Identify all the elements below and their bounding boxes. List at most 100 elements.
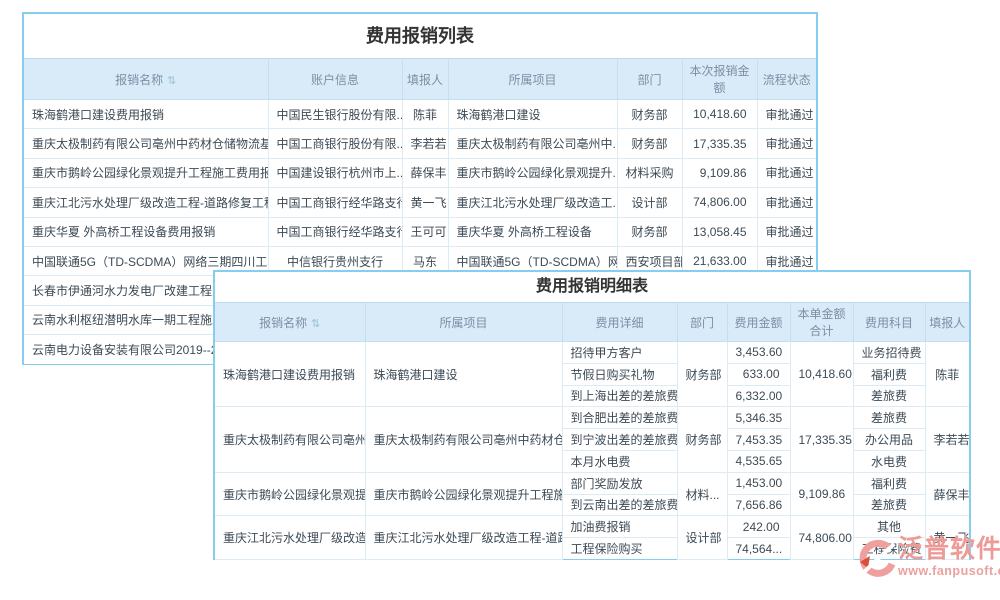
expense-category-cell: 福利费 xyxy=(853,472,925,494)
watermark-brand: 泛普软件 xyxy=(898,534,1000,564)
project-link[interactable]: 重庆市鹅岭公园绿化景观提升... xyxy=(448,158,617,187)
dept-link[interactable]: 财务部 xyxy=(617,217,682,246)
total-amount-cell: 9,109.86 xyxy=(790,472,853,516)
reimburse-name-link[interactable]: 珠海鹤港口建设费用报销 xyxy=(24,100,268,129)
status-link[interactable]: 审批通过 xyxy=(757,188,816,217)
detail-project-link[interactable]: 重庆太极制药有限公司亳州中药材仓储物流 xyxy=(365,407,562,472)
amount-cell: 10,418.60 xyxy=(682,100,757,129)
col-header-expense-detail: 费用详细 xyxy=(562,303,677,342)
amount-cell: 13,058.45 xyxy=(682,217,757,246)
expense-category-cell: 差旅费 xyxy=(853,385,925,407)
total-amount-cell: 17,335.35 xyxy=(790,407,853,472)
filler-link[interactable]: 黄一飞 xyxy=(402,188,448,217)
col-header-reimburse-name[interactable]: 报销名称⇅ xyxy=(215,303,365,342)
status-link[interactable]: 审批通过 xyxy=(757,100,816,129)
expense-amount-cell: 74,564... xyxy=(727,538,790,560)
project-link[interactable]: 重庆太极制药有限公司亳州中... xyxy=(448,129,617,158)
expense-amount-cell: 4,535.65 xyxy=(727,450,790,472)
expense-list-title: 费用报销列表 xyxy=(24,14,816,58)
col-header-amount: 本次报销金额 xyxy=(682,59,757,100)
col-header-reimburse-name[interactable]: 报销名称 ⇅ xyxy=(24,59,268,100)
amount-cell: 74,806.00 xyxy=(682,188,757,217)
table-row: 重庆市鹅岭公园绿化景观提升工程施工费用报销 中国建设银行杭州市上... 薛保丰 … xyxy=(24,158,816,187)
col-header-project: 所属项目 xyxy=(365,303,562,342)
col-header-status: 流程状态 xyxy=(757,59,816,100)
dept-link[interactable]: 设计部 xyxy=(617,188,682,217)
col-header-filler: 填报人 xyxy=(402,59,448,100)
expense-list-header-row: 报销名称⇅ 账户信息 填报人 所属项目 部门 本次报销金额 流程状态 xyxy=(24,59,816,100)
table-row: 重庆市鹅岭公园绿化景观提升工程施 重庆市鹅岭公园绿化景观提升工程施工 部门奖励发… xyxy=(215,472,969,494)
expense-item-cell: 本月水电费 xyxy=(562,450,677,472)
account-info-cell: 中国工商银行股份有限... xyxy=(268,129,402,158)
expense-amount-cell: 3,453.60 xyxy=(727,342,790,364)
filler-link[interactable]: 王可可 xyxy=(402,217,448,246)
detail-project-link[interactable]: 珠海鹤港口建设 xyxy=(365,342,562,407)
status-link[interactable]: 审批通过 xyxy=(757,217,816,246)
expense-amount-cell: 633.00 xyxy=(727,363,790,385)
total-amount-cell: 74,806.00 xyxy=(790,516,853,560)
project-link[interactable]: 重庆江北污水处理厂级改造工... xyxy=(448,188,617,217)
expense-category-cell: 福利费 xyxy=(853,363,925,385)
expense-item-cell: 到合肥出差的差旅费 xyxy=(562,407,677,429)
reimburse-name-link[interactable]: 重庆江北污水处理厂级改造工程-道路修复工程费用... xyxy=(24,188,268,217)
detail-name-link[interactable]: 珠海鹤港口建设费用报销 xyxy=(215,342,365,407)
filler-link[interactable]: 陈菲 xyxy=(402,100,448,129)
detail-name-link[interactable]: 重庆市鹅岭公园绿化景观提升工程施 xyxy=(215,472,365,516)
expense-item-cell: 到云南出差的差旅费 xyxy=(562,494,677,516)
table-row: 重庆华夏 外高桥工程设备费用报销 中国工商银行经华路支行 王可可 重庆华夏 外高… xyxy=(24,217,816,246)
table-row: 重庆太极制药有限公司亳州中药材仓储物流基地项... 中国工商银行股份有限... … xyxy=(24,129,816,158)
watermark-url: www.fanpusoft.com xyxy=(898,564,1000,579)
detail-filler-link[interactable]: 陈菲 xyxy=(925,342,969,407)
col-header-filler: 填报人 xyxy=(925,303,969,342)
dept-link[interactable]: 财务部 xyxy=(617,100,682,129)
detail-filler-link[interactable]: 薛保丰 xyxy=(925,472,969,516)
amount-cell: 17,335.35 xyxy=(682,129,757,158)
total-amount-cell: 10,418.60 xyxy=(790,342,853,407)
expense-category-cell: 水电费 xyxy=(853,450,925,472)
detail-dept-cell: 材料... xyxy=(677,472,727,516)
detail-project-link[interactable]: 重庆市鹅岭公园绿化景观提升工程施工 xyxy=(365,472,562,516)
expense-item-cell: 到上海出差的差旅费 xyxy=(562,385,677,407)
detail-dept-cell: 设计部 xyxy=(677,516,727,560)
dept-link[interactable]: 财务部 xyxy=(617,129,682,158)
table-row: 珠海鹤港口建设费用报销 中国民生银行股份有限... 陈菲 珠海鹤港口建设 财务部… xyxy=(24,100,816,129)
expense-detail-title: 费用报销明细表 xyxy=(215,272,969,302)
detail-project-link[interactable]: 重庆江北污水处理厂级改造工程-道路修复工程 xyxy=(365,516,562,560)
detail-name-link[interactable]: 重庆太极制药有限公司亳州中药材 xyxy=(215,407,365,472)
status-link[interactable]: 审批通过 xyxy=(757,129,816,158)
col-header-total-amount: 本单金额合计 xyxy=(790,303,853,342)
col-header-expense-category: 费用科目 xyxy=(853,303,925,342)
col-header-expense-amount: 费用金额 xyxy=(727,303,790,342)
account-info-cell: 中国工商银行经华路支行 xyxy=(268,188,402,217)
project-link[interactable]: 珠海鹤港口建设 xyxy=(448,100,617,129)
status-link[interactable]: 审批通过 xyxy=(757,158,816,187)
detail-name-link[interactable]: 重庆江北污水处理厂级改造工程- xyxy=(215,516,365,560)
detail-dept-cell: 财务部 xyxy=(677,342,727,407)
sort-icon[interactable]: ⇅ xyxy=(311,318,320,330)
expense-amount-cell: 242.00 xyxy=(727,516,790,538)
expense-detail-panel: 费用报销明细表 报销名称⇅ 所属项目 费用详细 部门 费用金额 本单金额合计 费… xyxy=(213,270,971,560)
reimburse-name-link[interactable]: 重庆市鹅岭公园绿化景观提升工程施工费用报销 xyxy=(24,158,268,187)
col-header-account-info: 账户信息 xyxy=(268,59,402,100)
project-link[interactable]: 重庆华夏 外高桥工程设备 xyxy=(448,217,617,246)
expense-item-cell: 加油费报销 xyxy=(562,516,677,538)
expense-category-cell: 差旅费 xyxy=(853,494,925,516)
table-row: 重庆江北污水处理厂级改造工程-道路修复工程费用... 中国工商银行经华路支行 黄… xyxy=(24,188,816,217)
reimburse-name-link[interactable]: 重庆华夏 外高桥工程设备费用报销 xyxy=(24,217,268,246)
expense-category-cell: 差旅费 xyxy=(853,407,925,429)
account-info-cell: 中国民生银行股份有限... xyxy=(268,100,402,129)
detail-filler-link[interactable]: 李若若 xyxy=(925,407,969,472)
expense-detail-header-row: 报销名称⇅ 所属项目 费用详细 部门 费用金额 本单金额合计 费用科目 填报人 xyxy=(215,303,969,342)
account-info-cell: 中国建设银行杭州市上... xyxy=(268,158,402,187)
col-header-reimburse-name-label: 报销名称 xyxy=(115,73,163,87)
expense-category-cell: 业务招待费 xyxy=(853,342,925,364)
dept-link[interactable]: 材料采购 xyxy=(617,158,682,187)
filler-link[interactable]: 薛保丰 xyxy=(402,158,448,187)
expense-amount-cell: 7,453.35 xyxy=(727,429,790,451)
watermark: 泛普软件 www.fanpusoft.com xyxy=(856,534,1000,584)
expense-amount-cell: 6,332.00 xyxy=(727,385,790,407)
reimburse-name-link[interactable]: 重庆太极制药有限公司亳州中药材仓储物流基地项... xyxy=(24,129,268,158)
filler-link[interactable]: 李若若 xyxy=(402,129,448,158)
sort-icon[interactable]: ⇅ xyxy=(167,75,176,87)
col-header-project: 所属项目 xyxy=(448,59,617,100)
